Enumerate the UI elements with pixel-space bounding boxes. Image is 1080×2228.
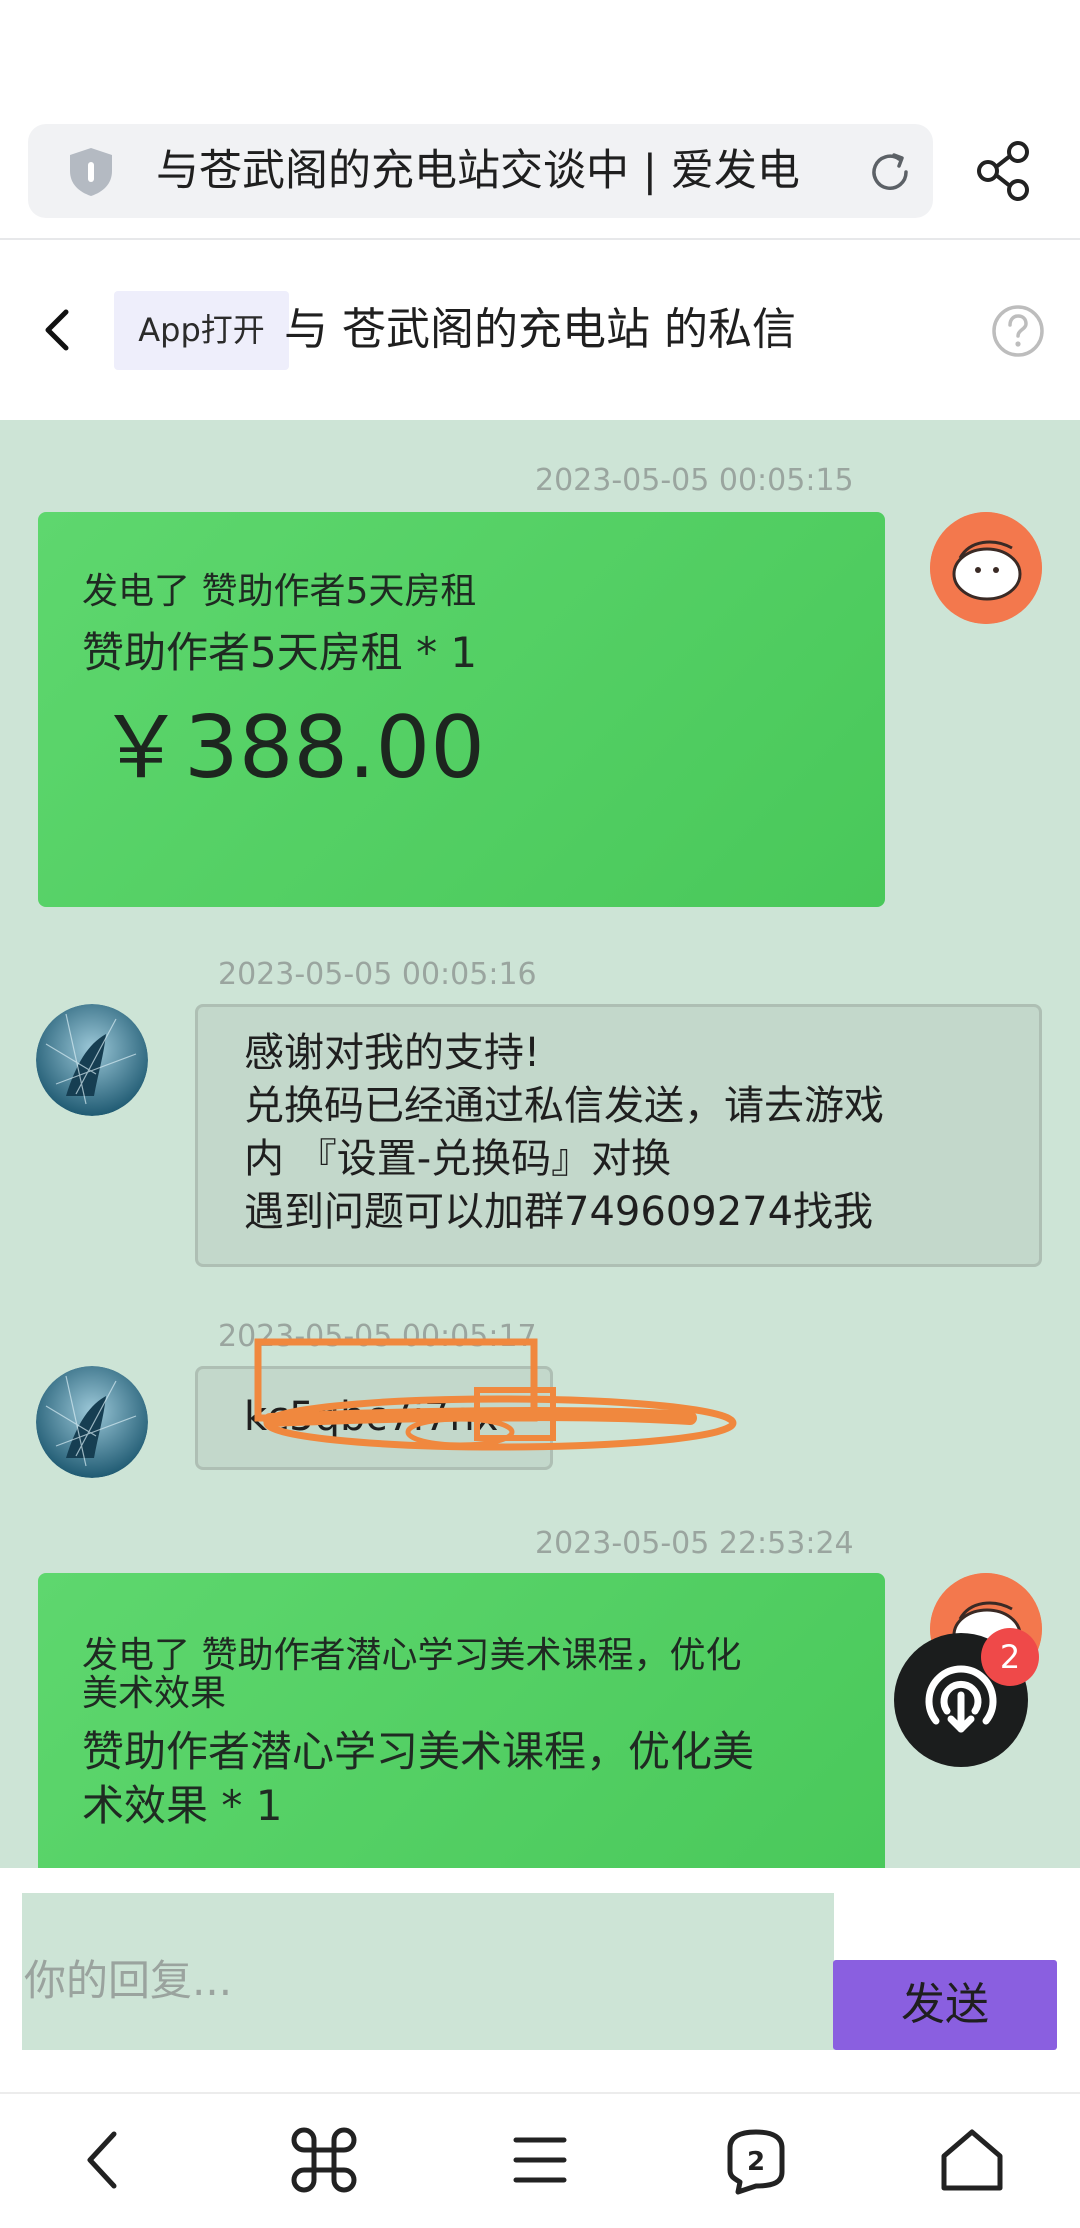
message-bubble[interactable]: 感谢对我的支持! 兑换码已经通过私信发送，请去游戏 内 『设置-兑换码』对换 遇… (195, 1004, 1042, 1267)
ice-avatar-icon (36, 1366, 148, 1478)
tabs-count: 2 (747, 2147, 765, 2177)
sponsor-item: 赞助作者潜心学习美术课程，优化美 术效果 * 1 (82, 1725, 754, 1833)
redeem-code-bubble[interactable]: kc5qbc7i7nx (195, 1366, 553, 1470)
message-timestamp: 2023-05-05 22:53:24 (535, 1526, 854, 1561)
message-line: 感谢对我的支持! (244, 1030, 541, 1076)
message-line: 内 『设置-兑换码』对换 (244, 1136, 672, 1182)
url-divider (0, 238, 1080, 240)
home-icon[interactable] (932, 2120, 1012, 2200)
avatar[interactable] (930, 512, 1042, 624)
sponsor-item-line: 术效果 * 1 (82, 1781, 283, 1830)
redeem-code: kc5qbc7i7nx (244, 1394, 499, 1440)
command-icon[interactable] (284, 2120, 364, 2200)
sponsor-title-line: 发电了 赞助作者潜心学习美术课程，优化 (82, 1635, 742, 1676)
sponsor-item-line: 赞助作者潜心学习美术课程，优化美 (82, 1727, 755, 1776)
sponsor-card[interactable]: 发电了 赞助作者潜心学习美术课程，优化 美术效果 赞助作者潜心学习美术课程，优化… (38, 1573, 885, 1868)
bunny-avatar-icon (930, 512, 1042, 624)
message-timestamp: 2023-05-05 00:05:17 (218, 1319, 537, 1354)
page-title: 与 苍武阁的充电站 的私信 (284, 304, 796, 355)
sponsor-title: 发电了 赞助作者5天房租 (82, 571, 477, 612)
url-title: 与苍武阁的充电站交谈中 | 爱发电 (156, 146, 800, 196)
message-line: 遇到问题可以加群749609274找我 (244, 1189, 874, 1235)
menu-icon[interactable] (500, 2120, 580, 2200)
sponsor-item: 赞助作者5天房租 * 1 (82, 628, 478, 677)
app-open-button[interactable]: App打开 (114, 291, 289, 370)
shield-icon (70, 148, 112, 196)
reload-icon[interactable] (866, 148, 914, 196)
chevron-left-icon[interactable] (34, 300, 84, 360)
url-bar[interactable]: 与苍武阁的充电站交谈中 | 爱发电 (28, 124, 933, 218)
back-icon[interactable] (66, 2120, 146, 2200)
sponsor-price: ￥388.00 (98, 698, 485, 798)
question-circle-icon[interactable] (990, 303, 1046, 359)
notification-badge: 2 (981, 1628, 1039, 1686)
sponsor-title: 发电了 赞助作者潜心学习美术课程，优化 美术效果 (82, 1637, 741, 1713)
message-line: 兑换码已经通过私信发送，请去游戏 (244, 1083, 884, 1129)
composer: 发送 (0, 1868, 1080, 2092)
tabs-icon: 2 (727, 2129, 785, 2195)
share-icon[interactable] (972, 138, 1038, 204)
message-timestamp: 2023-05-05 00:05:15 (535, 463, 854, 498)
avatar[interactable] (36, 1004, 148, 1116)
reply-input[interactable] (22, 1893, 834, 2050)
tabs-button[interactable]: 2 (716, 2120, 796, 2200)
avatar[interactable] (36, 1366, 148, 1478)
send-button[interactable]: 发送 (833, 1960, 1057, 2050)
nav-divider (0, 2092, 1080, 2094)
ice-avatar-icon (36, 1004, 148, 1116)
message-timestamp: 2023-05-05 00:05:16 (218, 957, 537, 992)
sponsor-card[interactable]: 发电了 赞助作者5天房租 赞助作者5天房租 * 1 ￥388.00 (38, 512, 885, 907)
sponsor-title-line: 美术效果 (82, 1673, 227, 1714)
